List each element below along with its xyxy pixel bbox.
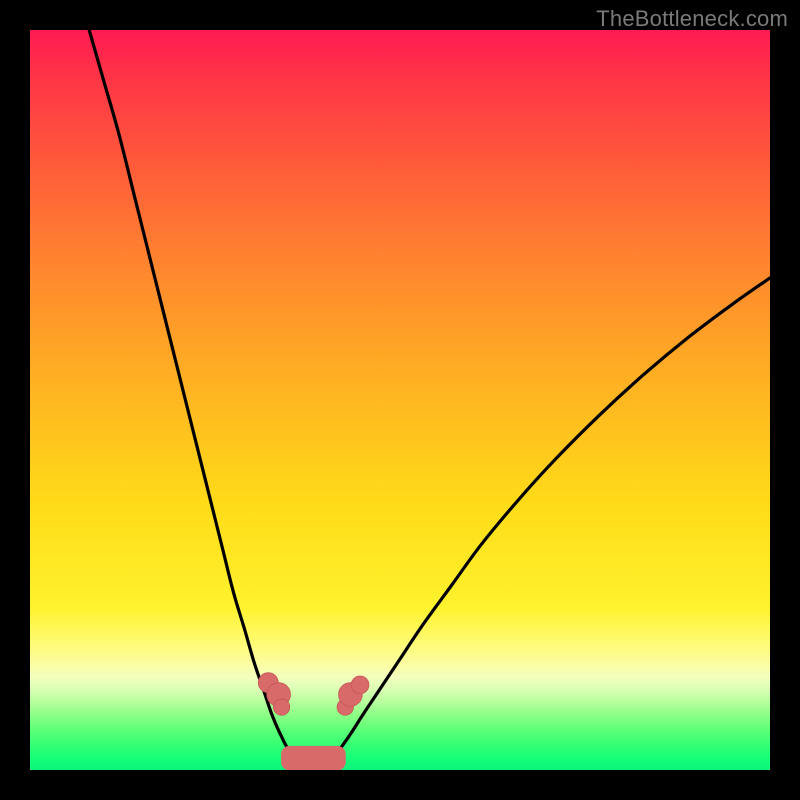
chart-overlay — [30, 30, 770, 770]
markers-group — [258, 673, 369, 716]
curve-right — [329, 278, 770, 761]
curve-left — [89, 30, 297, 761]
curve-marker — [273, 699, 289, 715]
valley-bar — [282, 746, 346, 770]
chart-frame: TheBottleneck.com — [0, 0, 800, 800]
curve-marker — [351, 676, 369, 694]
watermark-label: TheBottleneck.com — [596, 6, 788, 32]
